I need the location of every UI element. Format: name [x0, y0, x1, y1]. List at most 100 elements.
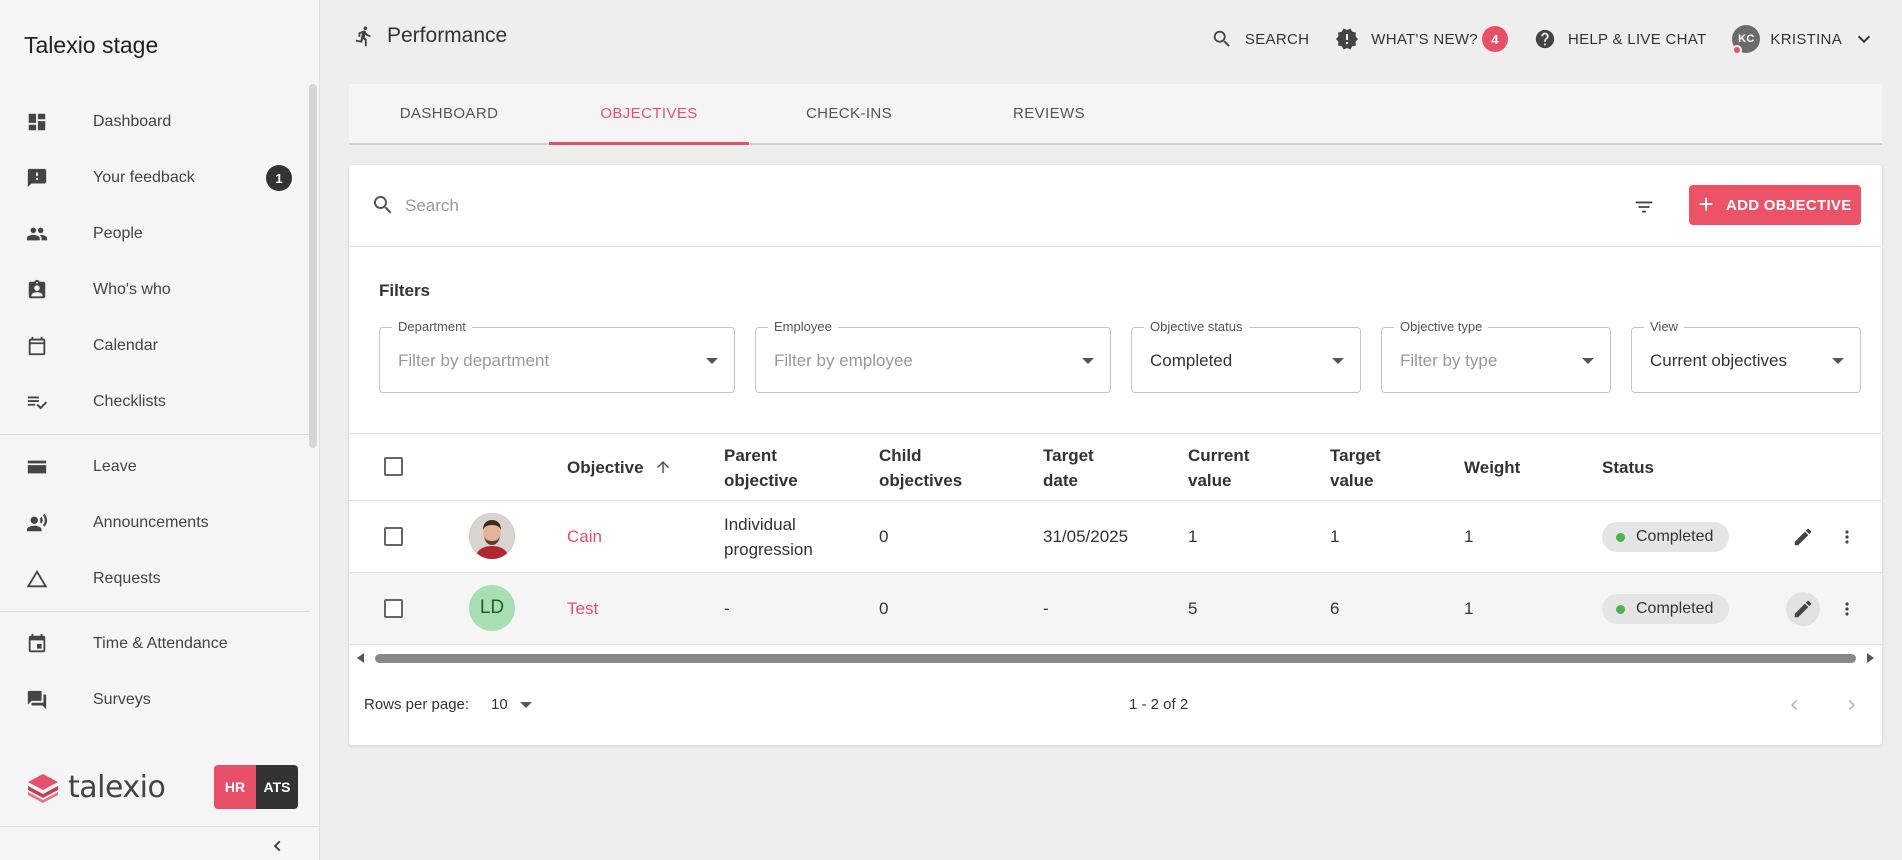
help-live-chat-button[interactable]: HELP & LIVE CHAT [1534, 28, 1706, 50]
objective-column-header[interactable]: Objective [567, 455, 672, 480]
plus-icon: + [1698, 188, 1714, 219]
sidebar-item-whos-who[interactable]: Who's who [0, 262, 310, 318]
objective-type-filter-select[interactable]: Objective type Filter by type [1381, 319, 1611, 393]
previous-page-button[interactable] [1779, 689, 1811, 721]
new-releases-icon [1335, 27, 1359, 51]
objectives-search-input[interactable] [405, 187, 1305, 225]
whats-new-label: WHAT'S NEW? [1371, 30, 1478, 48]
sidebar-item-checklists[interactable]: Checklists [0, 374, 310, 430]
objective-header-label: Objective [567, 458, 644, 477]
global-search-button[interactable]: SEARCH [1211, 28, 1309, 50]
sidebar-scrollbar[interactable] [309, 84, 317, 448]
target-date-cell: - [1043, 599, 1049, 618]
view-filter-label: View [1644, 319, 1684, 334]
add-objective-button[interactable]: + ADD OBJECTIVE [1689, 185, 1861, 225]
tab-objectives[interactable]: OBJECTIVES [549, 84, 749, 145]
employee-avatar: LD [469, 585, 515, 631]
whats-new-button[interactable]: WHAT'S NEW? 4 [1335, 26, 1508, 52]
tab-check-ins[interactable]: CHECK-INS [749, 84, 949, 143]
tab-reviews[interactable]: REVIEWS [949, 84, 1149, 143]
surveys-icon [24, 687, 50, 713]
sidebar-item-label: Checklists [93, 393, 166, 410]
page-title: Performance [353, 24, 507, 48]
objective-status-filter-select[interactable]: Objective status Completed [1131, 319, 1361, 393]
talexio-logo-icon [28, 773, 58, 803]
feedback-count-badge: 1 [266, 165, 292, 191]
sidebar-item-your-feedback[interactable]: Your feedback 1 [0, 150, 310, 206]
dropdown-arrow-icon [706, 358, 718, 364]
tab-dashboard[interactable]: DASHBOARD [349, 84, 549, 143]
sidebar-item-leave[interactable]: Leave [0, 439, 310, 495]
user-status-dot [1732, 45, 1743, 55]
user-initials: KC [1738, 33, 1755, 45]
edit-objective-button[interactable] [1786, 520, 1820, 554]
sidebar-item-time-attendance[interactable]: Time & Attendance [0, 616, 310, 672]
employee-filter-placeholder: Filter by employee [774, 351, 913, 370]
sidebar-item-surveys[interactable]: Surveys [0, 672, 310, 728]
sidebar-item-label: Your feedback [93, 169, 195, 186]
sidebar-item-calendar[interactable]: Calendar [0, 318, 310, 374]
table-pagination: Rows per page: 10 1 - 2 of 2 [349, 675, 1882, 735]
sidebar-item-people[interactable]: People [0, 206, 310, 262]
objective-type-filter-placeholder: Filter by type [1400, 351, 1498, 370]
more-vertical-icon [1845, 602, 1849, 616]
filter-toggle-button[interactable] [1629, 192, 1659, 222]
header-line: Target [1043, 446, 1094, 465]
module-ats-button[interactable]: ATS [256, 765, 298, 809]
dropdown-arrow-icon [1832, 358, 1844, 364]
row-checkbox[interactable] [384, 599, 403, 618]
row-checkbox[interactable] [384, 527, 403, 546]
table-row[interactable]: LD Test - 0 - 5 6 1 Completed [349, 573, 1882, 645]
status-badge: Completed [1602, 594, 1730, 624]
header-line: objectives [879, 471, 963, 490]
header-line: Target [1330, 446, 1381, 465]
department-filter-select[interactable]: Department Filter by department [379, 319, 735, 393]
target-value-cell: 1 [1330, 527, 1340, 546]
user-menu-button[interactable]: KC KRISTINA [1732, 25, 1872, 55]
chevron-left-icon [273, 840, 281, 852]
table-row[interactable]: Cain Individual progression 0 31/05/2025 … [349, 501, 1882, 573]
target-value-column-header: Target value [1330, 443, 1381, 493]
next-page-button[interactable] [1835, 689, 1867, 721]
whats-new-count-badge: 4 [1481, 26, 1508, 52]
row-more-options-button[interactable] [1830, 520, 1864, 554]
module-hr-button[interactable]: HR [214, 765, 256, 809]
edit-objective-button[interactable] [1786, 592, 1820, 626]
feedback-icon [24, 165, 50, 191]
pencil-icon [1794, 600, 1812, 618]
rows-per-page-select[interactable]: 10 [491, 696, 532, 713]
sidebar: Talexio stage Dashboard Your feedback 1 … [0, 0, 320, 860]
scroll-left-arrow-icon[interactable] [357, 653, 364, 663]
header-line: Parent [724, 446, 777, 465]
child-objectives-cell: 0 [879, 527, 889, 546]
chevron-down-icon [1856, 31, 1872, 47]
scroll-right-arrow-icon[interactable] [1867, 653, 1874, 663]
sidebar-item-dashboard[interactable]: Dashboard [0, 94, 310, 150]
announcements-icon [24, 510, 50, 536]
view-filter-value: Current objectives [1650, 351, 1788, 370]
checklist-icon [24, 389, 50, 415]
pencil-icon [1794, 528, 1812, 546]
objective-status-filter-label: Objective status [1144, 319, 1249, 334]
weight-column-header: Weight [1464, 458, 1521, 477]
target-date-column-header: Target date [1043, 443, 1094, 493]
sidebar-item-requests[interactable]: Requests [0, 551, 310, 607]
table-horizontal-scrollbar[interactable] [355, 651, 1876, 665]
objective-name-link[interactable]: Test [567, 596, 598, 621]
select-all-checkbox[interactable] [384, 457, 403, 476]
view-filter-select[interactable]: View Current objectives [1631, 319, 1861, 393]
row-more-options-button[interactable] [1830, 592, 1864, 626]
objective-status-filter-value: Completed [1150, 351, 1233, 370]
chevron-left-icon [1790, 699, 1798, 711]
sidebar-item-announcements[interactable]: Announcements [0, 495, 310, 551]
leave-icon [24, 454, 50, 480]
page-range-text: 1 - 2 of 2 [1129, 696, 1189, 713]
running-person-icon [355, 26, 371, 47]
scrollbar-thumb[interactable] [375, 654, 1856, 663]
more-vertical-icon [1845, 530, 1849, 544]
employee-filter-select[interactable]: Employee Filter by employee [755, 319, 1111, 393]
objective-name-link[interactable]: Cain [567, 524, 602, 549]
dropdown-arrow-icon [1332, 358, 1344, 364]
collapse-sidebar-button[interactable] [266, 834, 290, 858]
add-objective-label: ADD OBJECTIVE [1725, 196, 1852, 214]
